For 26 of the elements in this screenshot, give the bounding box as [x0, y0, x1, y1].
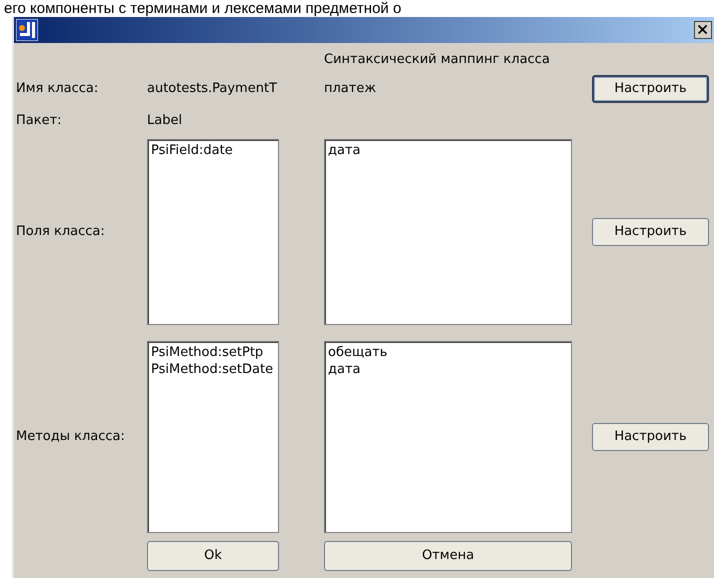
- class-name-value: autotests.PaymentT: [147, 80, 278, 98]
- ok-button[interactable]: Ok: [147, 541, 279, 571]
- fields-mapping-list[interactable]: дата: [324, 139, 572, 325]
- mapping-heading: Синтаксический маппинг класса: [324, 50, 551, 68]
- app-logo-icon: [16, 19, 38, 41]
- package-value: Label: [147, 112, 184, 130]
- configure-button[interactable]: Настроить: [592, 218, 709, 246]
- list-item[interactable]: PsiMethod:setDate: [151, 361, 274, 378]
- configure-button[interactable]: Настроить: [592, 75, 709, 103]
- methods-list[interactable]: PsiMethod:setPtp PsiMethod:setDate: [147, 341, 279, 533]
- class-mapping-value: платеж: [324, 80, 378, 98]
- list-item[interactable]: PsiField:date: [151, 142, 233, 159]
- list-item[interactable]: PsiMethod:setPtp: [151, 344, 264, 361]
- fields-list[interactable]: PsiField:date: [147, 139, 279, 325]
- configure-button[interactable]: Настроить: [592, 423, 709, 451]
- field-label: Методы класса:: [16, 428, 126, 446]
- list-item[interactable]: дата: [328, 142, 360, 159]
- close-icon[interactable]: [694, 21, 712, 39]
- field-label: Поля класса:: [16, 223, 106, 242]
- cancel-button[interactable]: Отмена: [324, 541, 572, 571]
- list-item[interactable]: обещать: [328, 344, 388, 361]
- field-label: Пакет:: [16, 112, 63, 130]
- document-text: его компоненты с терминами и лексемами предметной о: [4, 1, 402, 17]
- list-item[interactable]: дата: [328, 361, 360, 378]
- field-label: Имя класса:: [16, 80, 100, 98]
- methods-mapping-list[interactable]: обещать дата: [324, 341, 572, 533]
